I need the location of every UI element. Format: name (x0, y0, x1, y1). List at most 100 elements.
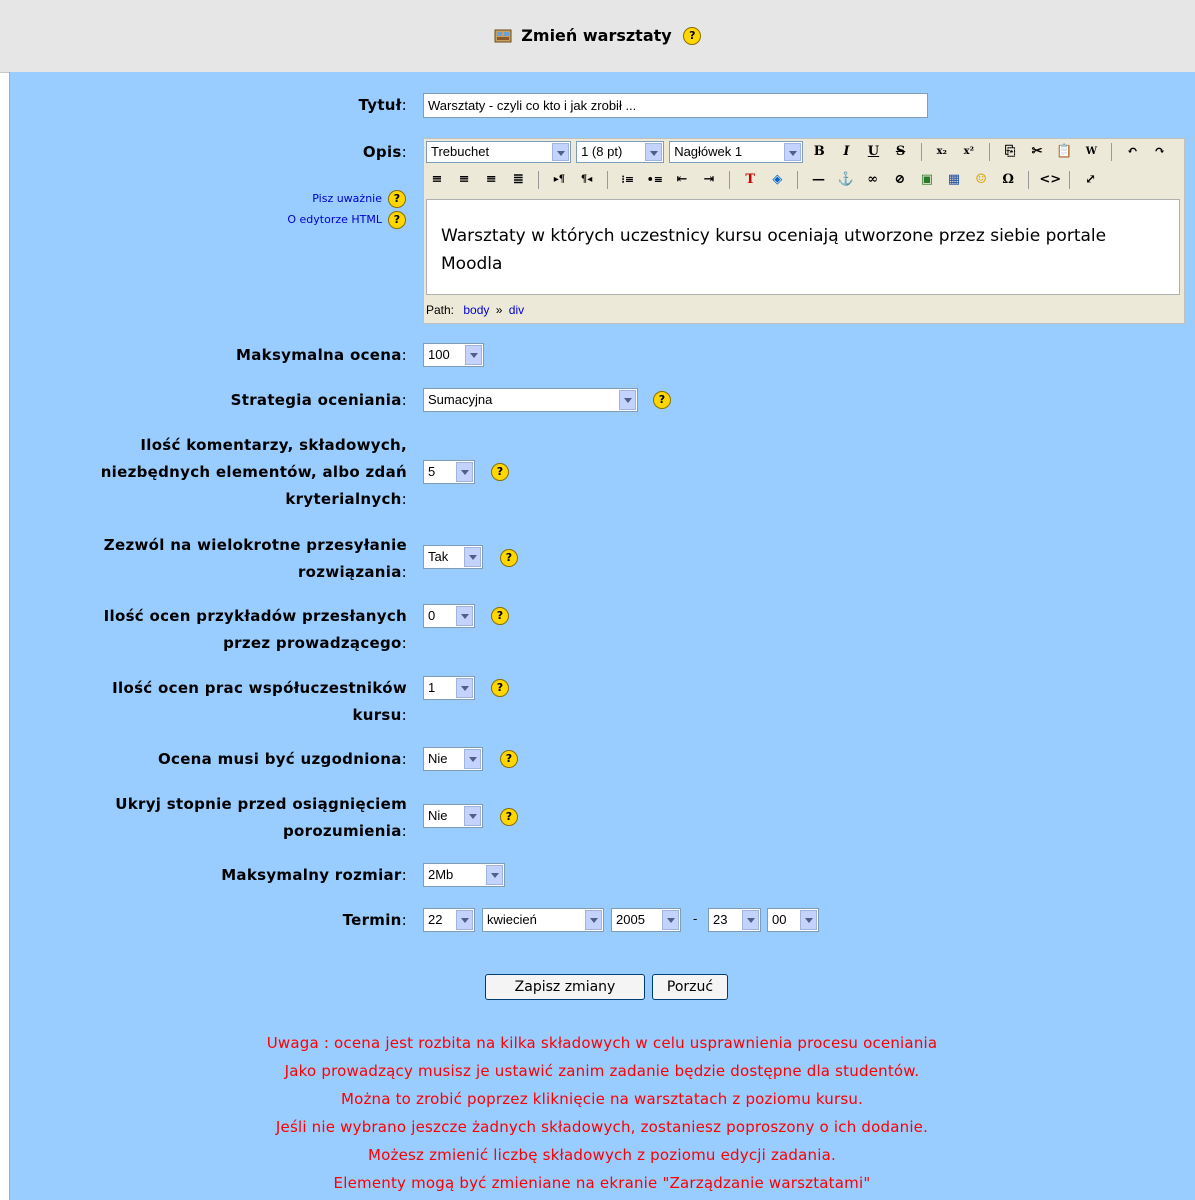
help-icon[interactable]: ? (388, 211, 406, 229)
note-line-2: Jako prowadzący musisz je ustawić zanim … (284, 1062, 920, 1080)
num-elements-label: Ilość komentarzy, składowych, niezbędnyc… (100, 436, 407, 508)
help-icon[interactable]: ? (388, 190, 406, 208)
ordered-list-icon[interactable]: ⁝≡ (618, 170, 638, 190)
help-icon[interactable]: ? (491, 679, 509, 697)
agree-assessment-select[interactable]: Nie (423, 747, 483, 771)
max-size-select[interactable]: 2Mb (423, 863, 505, 887)
help-icon[interactable]: ? (653, 391, 671, 409)
bold-icon[interactable]: B (809, 142, 829, 162)
size-select[interactable]: 1 (8 pt) (576, 141, 665, 163)
outdent-icon[interactable]: ⇤ (672, 170, 692, 190)
unordered-list-icon[interactable]: •≡ (645, 170, 665, 190)
rtl-icon[interactable]: ¶◂ (577, 170, 597, 190)
editor-content-area[interactable]: Warsztaty w których uczestnicy kursu oce… (426, 199, 1180, 295)
path-div-link[interactable]: div (509, 303, 524, 317)
note-line-1: Uwaga : ocena jest rozbita na kilka skła… (266, 1034, 938, 1052)
grading-strategy-label: Strategia oceniania: (230, 391, 407, 409)
html-editor-help-link[interactable]: O edytorze HTML (287, 213, 382, 226)
note-line-4: Jeśli nie wybrano jeszcze żadnych składo… (275, 1118, 929, 1136)
subscript-icon[interactable]: x₂ (932, 142, 952, 162)
path-separator: » (495, 303, 503, 317)
cut-icon[interactable]: ✂ (1027, 142, 1047, 162)
align-center-icon[interactable]: ≡ (454, 170, 474, 190)
grading-strategy-select[interactable]: Sumacyjna (423, 388, 638, 412)
indent-icon[interactable]: ⇥ (699, 170, 719, 190)
title-input-value: Warsztaty - czyli co kto i jak zrobił ..… (428, 98, 637, 113)
ltr-icon[interactable]: ▸¶ (549, 170, 569, 190)
description-label: Opis: (362, 143, 407, 161)
resubmit-label: Zezwól na wielokrotne przesyłanie rozwią… (103, 536, 407, 581)
page-header: Zmień warsztaty ? (0, 0, 1195, 73)
deadline-hour-select[interactable]: 23 (708, 908, 761, 932)
resubmit-select[interactable]: Tak (423, 545, 483, 569)
deadline-label: Termin: (342, 911, 407, 929)
save-changes-button[interactable]: Zapisz zmiany (485, 974, 645, 1000)
deadline-minute-select[interactable]: 00 (767, 908, 819, 932)
hide-grades-label: Ukryj stopnie przed osiągnięciem porozum… (115, 795, 407, 840)
redo-icon[interactable]: ↷ (1150, 142, 1170, 162)
peer-assessments-select[interactable]: 1 (423, 676, 475, 700)
path-label: Path: (426, 303, 455, 317)
undo-icon[interactable]: ↶ (1123, 142, 1143, 162)
help-icon[interactable]: ? (500, 549, 518, 567)
html-source-icon[interactable]: <> (1039, 170, 1061, 190)
copy-icon[interactable]: ⎘ (1000, 142, 1020, 162)
deadline-dash: - (693, 911, 698, 926)
strikethrough-icon[interactable]: S (891, 142, 911, 162)
teacher-examples-select[interactable]: 0 (423, 604, 475, 628)
horizontal-rule-icon[interactable]: — (809, 170, 829, 190)
format-select[interactable]: Nagłówek 1 (669, 141, 804, 163)
write-carefully-link[interactable]: Pisz uważnie (312, 192, 382, 205)
num-elements-select[interactable]: 5 (423, 460, 475, 484)
link-icon[interactable]: ∞ (863, 170, 883, 190)
page-title-wrap: Zmień warsztaty ? (0, 25, 1195, 45)
page-title: Zmień warsztaty (521, 26, 672, 45)
note-line-6: Elementy mogą być zmieniane na ekranie "… (333, 1174, 871, 1192)
text-color-icon[interactable]: T (740, 170, 760, 190)
html-editor: Trebuchet 1 (8 pt) Nagłówek 1 B I U S x₂… (423, 138, 1185, 324)
superscript-icon[interactable]: x² (959, 142, 979, 162)
deadline-year-select[interactable]: 2005 (611, 908, 681, 932)
font-select[interactable]: Trebuchet (426, 141, 571, 163)
help-icon[interactable]: ? (500, 808, 518, 826)
editor-toolbar-row-2: ≡ ≡ ≡ ≣ ▸¶ ¶◂ ⁝≡ •≡ ⇤ ⇥ T ◈ — ⚓ ∞ ⊘ ▣ ▦ … (426, 169, 1102, 195)
peer-assessments-label: Ilość ocen prac współuczestników kursu: (112, 679, 407, 724)
help-icon[interactable]: ? (500, 750, 518, 768)
underline-icon[interactable]: U (863, 142, 883, 162)
max-grade-select[interactable]: 100 (423, 343, 484, 367)
unlink-icon[interactable]: ⊘ (890, 170, 910, 190)
title-label: Tytuł: (358, 96, 407, 114)
smiley-icon[interactable]: ☺ (971, 170, 991, 190)
special-char-icon[interactable]: Ω (998, 170, 1018, 190)
max-grade-label: Maksymalna ocena: (236, 346, 407, 364)
italic-icon[interactable]: I (836, 142, 856, 162)
note-line-5: Możesz zmienić liczbę składowych z pozio… (368, 1146, 836, 1164)
editor-content: Warsztaty w których uczestnicy kursu oce… (441, 226, 1107, 274)
editor-path: Path: body » div (426, 303, 524, 317)
deadline-month-select[interactable]: kwiecień (482, 908, 604, 932)
cancel-button[interactable]: Porzuć (652, 974, 728, 1000)
deadline-day-select[interactable]: 22 (423, 908, 475, 932)
align-right-icon[interactable]: ≡ (481, 170, 501, 190)
path-body-link[interactable]: body (463, 303, 489, 317)
agree-assessment-label: Ocena musi być uzgodniona: (157, 750, 407, 768)
max-size-label: Maksymalny rozmiar: (221, 866, 407, 884)
align-left-icon[interactable]: ≡ (427, 170, 447, 190)
teacher-examples-label: Ilość ocen przykładów przesłanych przez … (103, 607, 407, 652)
help-icon[interactable]: ? (491, 607, 509, 625)
paste-word-icon[interactable]: W (1081, 142, 1101, 162)
align-justify-icon[interactable]: ≣ (508, 170, 528, 190)
editor-toolbar-row-1: Trebuchet 1 (8 pt) Nagłówek 1 B I U S x₂… (426, 141, 1171, 167)
note-line-3: Można to zrobić poprzez kliknięcie na wa… (340, 1090, 864, 1108)
table-icon[interactable]: ▦ (944, 170, 964, 190)
fullscreen-icon[interactable]: ⤢ (1081, 170, 1101, 190)
help-icon[interactable]: ? (683, 26, 702, 45)
image-icon[interactable]: ▣ (917, 170, 937, 190)
workshop-icon (494, 29, 512, 42)
title-input[interactable]: Warsztaty - czyli co kto i jak zrobił ..… (423, 93, 928, 118)
hide-grades-select[interactable]: Nie (423, 804, 483, 828)
paste-icon[interactable]: 📋 (1054, 142, 1074, 162)
anchor-icon[interactable]: ⚓ (836, 170, 856, 190)
help-icon[interactable]: ? (491, 463, 509, 481)
background-color-icon[interactable]: ◈ (767, 170, 787, 190)
